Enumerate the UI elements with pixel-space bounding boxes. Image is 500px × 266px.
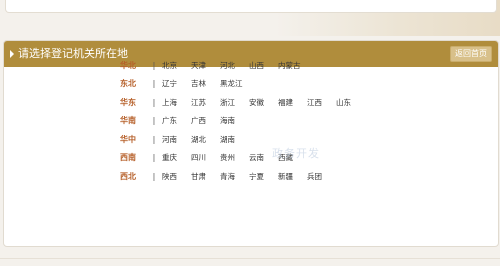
region-label: 华中 <box>120 134 136 144</box>
province-link[interactable]: 吉林 <box>191 78 220 89</box>
province-link[interactable]: 甘肃 <box>191 171 220 182</box>
province-link[interactable]: 兵团 <box>307 171 336 182</box>
watermark-text: 政务开发 <box>272 147 320 160</box>
region-separator: | <box>152 60 156 70</box>
back-home-button[interactable]: 返回首页 <box>450 46 492 62</box>
region-separator: | <box>152 134 156 144</box>
region-separator: | <box>152 97 156 107</box>
region-separator: | <box>152 116 156 126</box>
province-link[interactable]: 安徽 <box>249 97 278 108</box>
province-link[interactable]: 福建 <box>278 97 307 108</box>
province-link[interactable]: 青海 <box>220 171 249 182</box>
top-card-edge <box>5 0 497 13</box>
province-link[interactable]: 山西 <box>249 60 278 71</box>
region-label: 东北 <box>120 79 136 89</box>
region-row-xibei: 西北 | 陕西 甘肃 青海 宁夏 新疆 兵团 <box>120 167 365 186</box>
region-row-huadong: 华东 | 上海 江苏 浙江 安徽 福建 江西 山东 <box>120 93 365 112</box>
triangle-right-icon <box>10 50 14 58</box>
region-separator: | <box>152 171 156 181</box>
province-link[interactable]: 四川 <box>191 152 220 163</box>
region-label: 华东 <box>120 97 136 107</box>
province-link[interactable]: 湖南 <box>220 134 249 145</box>
province-link[interactable]: 宁夏 <box>249 171 278 182</box>
province-link[interactable]: 黑龙江 <box>220 78 249 89</box>
province-link[interactable]: 陕西 <box>162 171 191 182</box>
province-link[interactable]: 贵州 <box>220 152 249 163</box>
province-link[interactable]: 天津 <box>191 60 220 71</box>
province-link[interactable]: 北京 <box>162 60 191 71</box>
province-link[interactable]: 内蒙古 <box>278 60 307 71</box>
bottom-divider <box>0 258 500 259</box>
region-row-huazhong: 华中 | 河南 湖北 湖南 <box>120 130 365 149</box>
panel-title: 请选择登记机关所在地 <box>18 47 128 60</box>
province-link[interactable]: 新疆 <box>278 171 307 182</box>
province-link[interactable]: 广西 <box>191 115 220 126</box>
province-link[interactable]: 重庆 <box>162 152 191 163</box>
province-link[interactable]: 辽宁 <box>162 78 191 89</box>
region-label: 西北 <box>120 171 136 181</box>
region-label: 华南 <box>120 116 136 126</box>
region-list: 华北 | 北京 天津 河北 山西 内蒙古 东北 | 辽宁 吉林 黑龙江 华东 |… <box>120 56 365 186</box>
province-link[interactable]: 河北 <box>220 60 249 71</box>
province-link[interactable]: 海南 <box>220 115 249 126</box>
province-link[interactable]: 江西 <box>307 97 336 108</box>
region-row-huabei: 华北 | 北京 天津 河北 山西 内蒙古 <box>120 56 365 75</box>
province-link[interactable]: 江苏 <box>191 97 220 108</box>
province-link[interactable]: 浙江 <box>220 97 249 108</box>
province-link[interactable]: 上海 <box>162 97 191 108</box>
province-link[interactable]: 广东 <box>162 115 191 126</box>
province-link[interactable]: 湖北 <box>191 134 220 145</box>
region-row-xinan: 西南 | 重庆 四川 贵州 云南 西藏 <box>120 149 365 168</box>
region-separator: | <box>152 153 156 163</box>
region-row-huanan: 华南 | 广东 广西 海南 <box>120 112 365 131</box>
region-label: 华北 <box>120 60 136 70</box>
region-label: 西南 <box>120 153 136 163</box>
region-separator: | <box>152 79 156 89</box>
province-link[interactable]: 山东 <box>336 97 365 108</box>
region-row-dongbei: 东北 | 辽宁 吉林 黑龙江 <box>120 75 365 94</box>
province-link[interactable]: 河南 <box>162 134 191 145</box>
